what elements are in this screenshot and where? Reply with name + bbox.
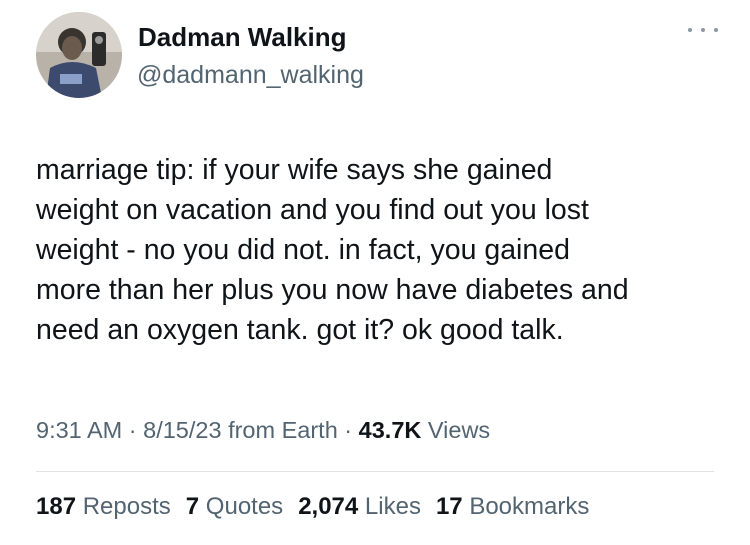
bookmarks-count: 17 [435, 493, 463, 520]
engagement-stats: 187 Reposts 7 Quotes 2,074 Likes 17 Book… [36, 493, 589, 521]
display-name[interactable]: Dadman Walking [138, 22, 347, 53]
tweet-date[interactable]: 8/15/23 [143, 417, 221, 443]
more-dot [688, 28, 692, 32]
tweet-meta: 9:31 AM · 8/15/23 from Earth · 43.7K Vie… [36, 417, 490, 444]
divider [36, 471, 714, 472]
reposts-stat[interactable]: 187 Reposts [36, 493, 171, 521]
tweet-source: from Earth [228, 417, 338, 443]
bookmarks-stat[interactable]: 17 Bookmarks [436, 493, 589, 521]
views-count: 43.7K [358, 417, 422, 443]
quotes-stat[interactable]: 7 Quotes [186, 493, 283, 521]
more-dot [701, 28, 705, 32]
tweet-card: Dadman Walking @dadmann_walking marriage… [0, 0, 750, 545]
quotes-count: 7 [185, 493, 200, 520]
likes-count: 2,074 [298, 493, 359, 520]
reposts-count: 187 [36, 493, 77, 520]
views-label: Views [427, 417, 491, 443]
more-horizontal-icon[interactable] [688, 22, 718, 38]
meta-separator: · [128, 417, 137, 443]
quotes-label: Quotes [205, 493, 284, 520]
meta-separator: · [344, 417, 353, 443]
tweet-text: marriage tip: if your wife says she gain… [36, 154, 629, 346]
likes-stat[interactable]: 2,074 Likes [298, 493, 421, 521]
avatar[interactable] [36, 12, 122, 98]
avatar-photo [36, 12, 122, 98]
likes-label: Likes [364, 493, 421, 520]
tweet-time[interactable]: 9:31 AM [36, 417, 122, 443]
reposts-label: Reposts [82, 493, 171, 520]
handle[interactable]: @dadmann_walking [137, 61, 364, 90]
more-dot [714, 28, 718, 32]
bookmarks-label: Bookmarks [469, 493, 590, 520]
